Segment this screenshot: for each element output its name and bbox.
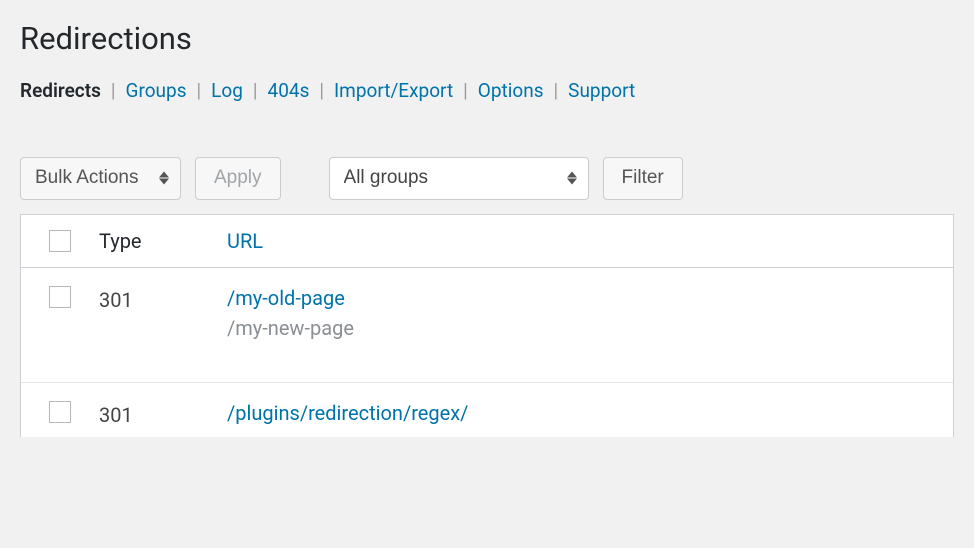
- row-source-url[interactable]: /my-old-page: [227, 286, 345, 310]
- bulk-actions-select-wrap: Bulk Actions: [20, 157, 181, 200]
- tab-separator: |: [111, 79, 116, 102]
- filter-button[interactable]: Filter: [603, 157, 683, 200]
- tab-options[interactable]: Options: [478, 79, 544, 102]
- tab-404s[interactable]: 404s: [268, 79, 310, 102]
- toolbar: Bulk Actions Apply All groups Filter: [20, 157, 954, 200]
- row-checkbox[interactable]: [49, 401, 71, 423]
- bulk-actions-select[interactable]: Bulk Actions: [20, 157, 181, 200]
- row-checkbox[interactable]: [49, 286, 71, 308]
- redirects-table: Type URL 301 /my-old-page /my-new-page 3…: [20, 214, 954, 437]
- row-target-url: /my-new-page: [227, 316, 953, 340]
- select-all-checkbox[interactable]: [49, 230, 71, 252]
- tab-log[interactable]: Log: [211, 79, 243, 102]
- tab-support[interactable]: Support: [568, 79, 635, 102]
- tab-separator: |: [554, 79, 559, 102]
- group-filter-select[interactable]: All groups: [329, 157, 589, 200]
- row-source-url[interactable]: /plugins/redirection/regex/: [227, 401, 468, 425]
- table-row: 301 /my-old-page /my-new-page: [21, 268, 953, 383]
- tab-separator: |: [253, 79, 258, 102]
- tab-import-export[interactable]: Import/Export: [334, 79, 453, 102]
- tab-redirects[interactable]: Redirects: [20, 79, 101, 102]
- tab-groups[interactable]: Groups: [126, 79, 187, 102]
- table-row: 301 /plugins/redirection/regex/: [21, 383, 953, 437]
- column-header-url[interactable]: URL: [227, 229, 953, 253]
- tab-separator: |: [197, 79, 202, 102]
- column-header-type: Type: [99, 229, 227, 253]
- group-filter-select-wrap: All groups: [329, 157, 589, 200]
- tab-separator: |: [463, 79, 468, 102]
- tab-separator: |: [319, 79, 324, 102]
- row-type: 301: [99, 286, 227, 312]
- tab-bar: Redirects | Groups | Log | 404s | Import…: [20, 79, 954, 102]
- page-title: Redirections: [20, 20, 954, 57]
- apply-button[interactable]: Apply: [195, 157, 281, 200]
- row-type: 301: [99, 401, 227, 427]
- table-header: Type URL: [21, 215, 953, 268]
